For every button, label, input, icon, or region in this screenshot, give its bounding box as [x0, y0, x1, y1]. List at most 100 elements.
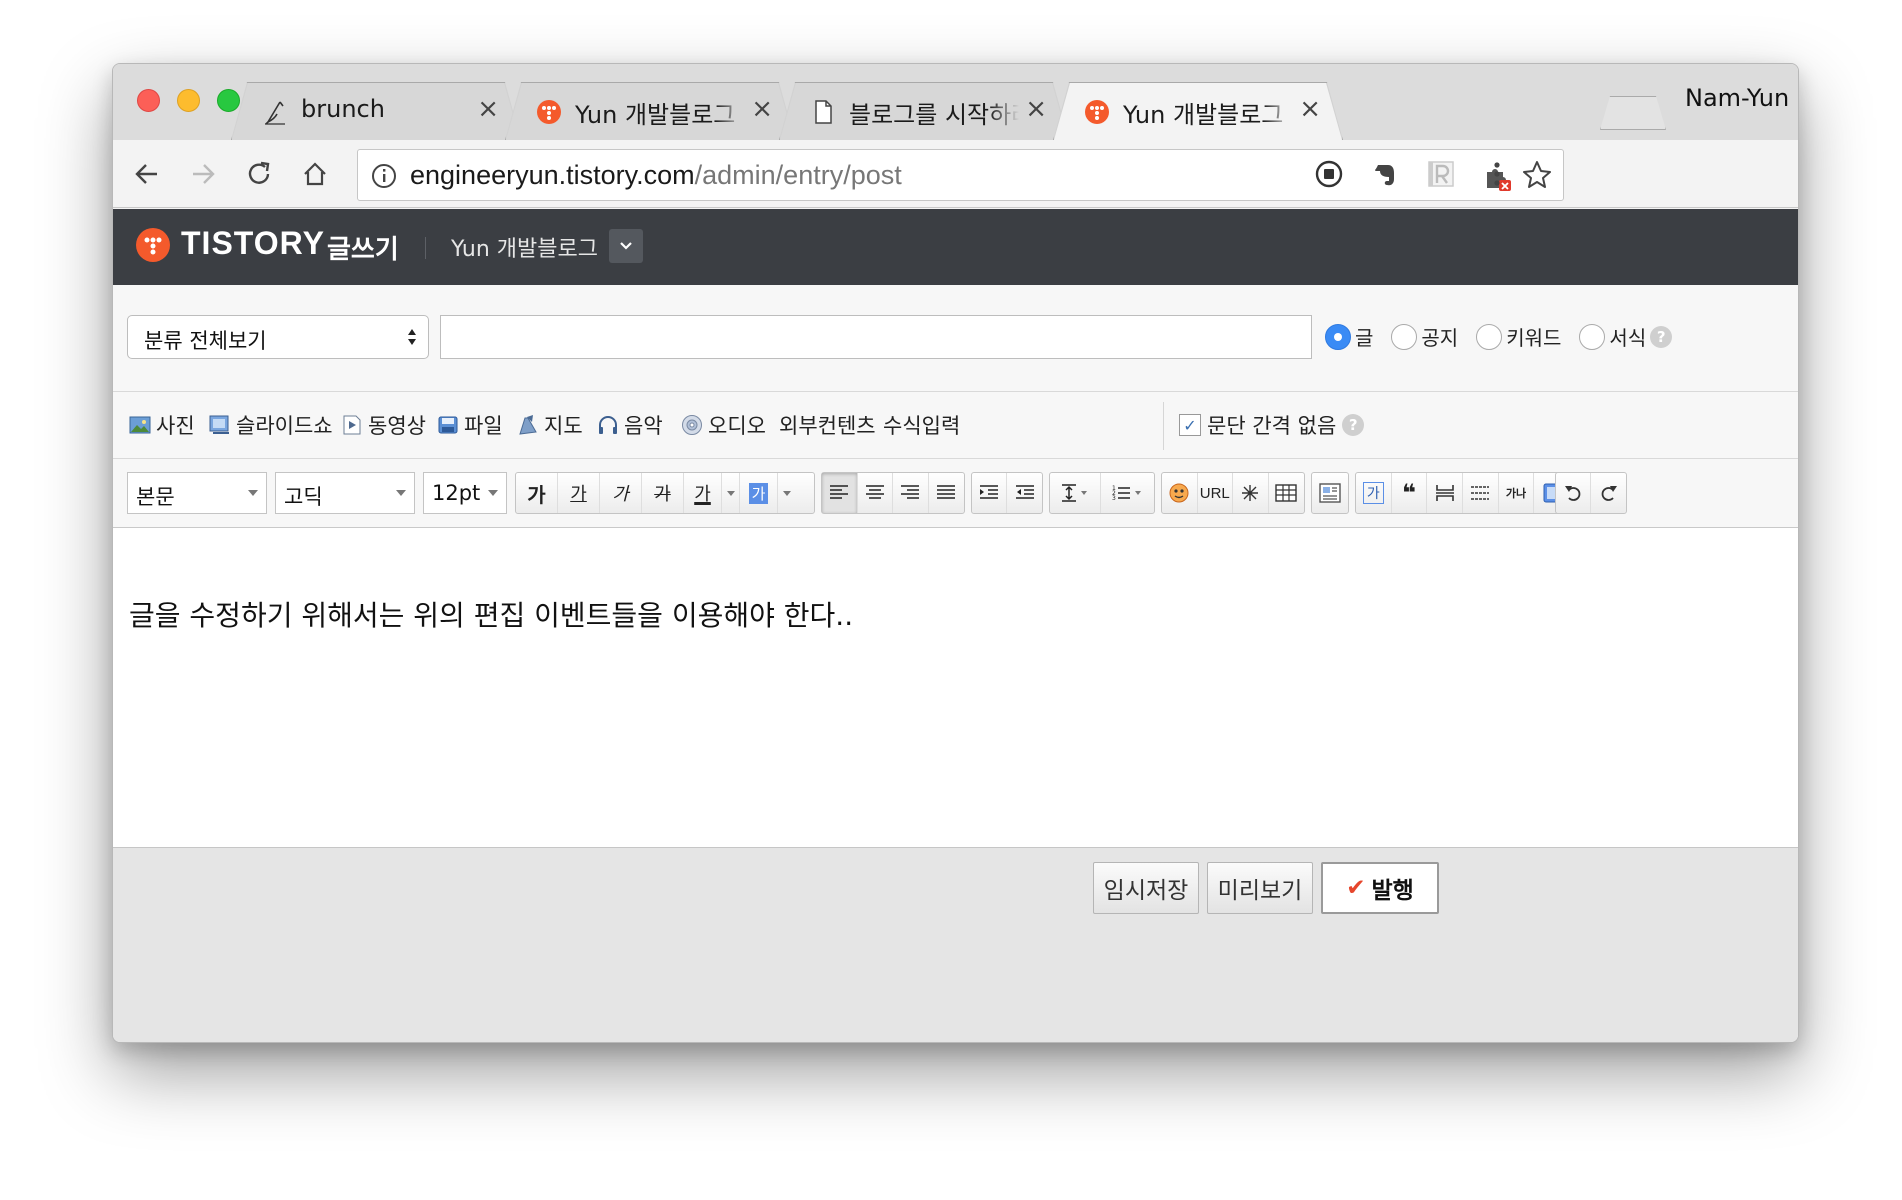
- tistory-logo-icon[interactable]: [135, 227, 171, 263]
- table-icon: [1275, 484, 1297, 502]
- insert-slideshow-button[interactable]: 슬라이드쇼: [209, 410, 333, 440]
- tab-yun-blog-plugin[interactable]: Yun 개발블로그 :: 플러그인 ×: [505, 82, 795, 140]
- outdent-button[interactable]: [1007, 473, 1042, 513]
- minimize-window-button[interactable]: [177, 89, 200, 112]
- list-button[interactable]: 123: [1101, 473, 1154, 513]
- tistory-icon: [1085, 100, 1109, 124]
- reload-button[interactable]: [239, 154, 279, 194]
- close-window-button[interactable]: [137, 89, 160, 112]
- tab-close-button[interactable]: ×: [751, 94, 773, 124]
- align-center-button[interactable]: [858, 473, 893, 513]
- post-type-template[interactable]: 서식: [1579, 322, 1646, 351]
- font-size-dropdown[interactable]: 12pt: [423, 472, 507, 514]
- home-icon: [304, 162, 326, 186]
- layout-button[interactable]: [1312, 473, 1348, 513]
- layout-group: [1311, 472, 1349, 514]
- more-button[interactable]: [1427, 473, 1464, 513]
- insert-audio-button[interactable]: 오디오: [681, 410, 766, 440]
- tab-close-button[interactable]: ×: [1025, 94, 1047, 124]
- insert-music-button[interactable]: 음악: [597, 410, 663, 440]
- insert-external-content-button[interactable]: 외부컨텐츠: [779, 410, 876, 440]
- post-type-group: 글 공지 키워드 서식 ?: [1325, 322, 1673, 351]
- tab-close-button[interactable]: ×: [1299, 94, 1321, 124]
- checkmark-icon: ✔: [1346, 875, 1366, 901]
- post-type-post[interactable]: 글: [1325, 322, 1373, 351]
- insert-map-button[interactable]: 지도: [517, 410, 583, 440]
- tistory-logo-text[interactable]: TISTORY: [181, 225, 325, 262]
- insert-file-button[interactable]: 파일: [437, 410, 503, 440]
- undo-button[interactable]: [1556, 473, 1592, 513]
- insert-photo-button[interactable]: 사진: [129, 410, 195, 440]
- new-tab-button[interactable]: [1600, 96, 1666, 130]
- align-left-icon: [830, 485, 849, 499]
- quote-button[interactable]: ❝: [1392, 473, 1428, 513]
- emoticon-button[interactable]: [1162, 473, 1198, 513]
- align-justify-icon: [937, 485, 956, 499]
- blog-switch-dropdown[interactable]: [609, 229, 643, 263]
- text-size-button[interactable]: 가나: [1499, 473, 1535, 513]
- forward-button[interactable]: [183, 154, 223, 194]
- align-left-button[interactable]: [822, 473, 858, 513]
- publish-button[interactable]: ✔ 발행: [1321, 862, 1439, 914]
- font-family-dropdown[interactable]: 고딕: [275, 472, 415, 514]
- italic-button[interactable]: 가: [600, 473, 642, 513]
- blog-name[interactable]: Yun 개발블로그: [451, 231, 598, 263]
- record-extension-button[interactable]: [1309, 154, 1349, 194]
- bookmark-star-icon[interactable]: [1521, 159, 1553, 191]
- table-button[interactable]: [1269, 473, 1304, 513]
- dropdown-arrow-icon: [783, 490, 791, 496]
- help-icon[interactable]: ?: [1650, 325, 1673, 348]
- post-type-notice[interactable]: 공지: [1391, 322, 1458, 351]
- link-button[interactable]: URL: [1198, 473, 1233, 513]
- radio-button[interactable]: [1579, 323, 1606, 350]
- underline-button[interactable]: 가: [558, 473, 600, 513]
- undo-icon: [1565, 486, 1581, 501]
- evernote-extension-button[interactable]: [1365, 154, 1405, 194]
- url-text[interactable]: engineeryun.tistory.com/admin/entry/post: [410, 160, 902, 191]
- text-color-button[interactable]: 가: [684, 473, 722, 513]
- tab-blog-start[interactable]: 블로그를 시작하려는 당신에게 ×: [779, 82, 1069, 140]
- insert-toolbar: 사진 슬라이드쇼 동영상 파일 지도 음악 오디오 외부컨텐츠 수식입력 ✓ 문…: [113, 392, 1798, 458]
- preview-button[interactable]: 미리보기: [1207, 862, 1313, 914]
- help-icon[interactable]: ?: [1342, 414, 1365, 436]
- text-box-button[interactable]: 가: [1356, 473, 1392, 513]
- text-style-group: 가 가 가 가 가 가: [515, 472, 815, 514]
- insert-equation-button[interactable]: 수식입력: [883, 410, 960, 440]
- r-extension-button[interactable]: [1421, 154, 1461, 194]
- highlight-color-dropdown[interactable]: [778, 473, 796, 513]
- radio-button[interactable]: [1476, 323, 1503, 350]
- insert-video-button[interactable]: 동영상: [341, 410, 426, 440]
- paragraph-spacing-checkbox[interactable]: ✓: [1179, 414, 1201, 436]
- redo-button[interactable]: [1591, 473, 1626, 513]
- reload-icon: [248, 161, 270, 184]
- paragraph-spacing-option[interactable]: ✓ 문단 간격 없음 ?: [1179, 410, 1365, 440]
- text-color-dropdown[interactable]: [722, 473, 740, 513]
- browser-menu-button[interactable]: [1477, 154, 1517, 194]
- editor-content-area[interactable]: 글을 수정하기 위해서는 위의 편집 이벤트들을 이용해야 한다..: [113, 528, 1798, 847]
- bold-button[interactable]: 가: [516, 473, 558, 513]
- save-draft-button[interactable]: 임시저장: [1093, 862, 1199, 914]
- tab-yun-blog-write[interactable]: Yun 개발블로그 :: 글쓰기 ×: [1053, 82, 1343, 140]
- highlight-color-button[interactable]: 가: [740, 473, 778, 513]
- strikethrough-button[interactable]: 가: [642, 473, 684, 513]
- paragraph-style-dropdown[interactable]: 본문: [127, 472, 267, 514]
- home-button[interactable]: [295, 154, 335, 194]
- info-icon[interactable]: [370, 162, 398, 190]
- align-right-button[interactable]: [893, 473, 929, 513]
- radio-button[interactable]: [1391, 323, 1418, 350]
- profile-name[interactable]: Nam-Yun: [1685, 84, 1789, 112]
- line-height-button[interactable]: [1050, 473, 1102, 513]
- align-justify-button[interactable]: [929, 473, 964, 513]
- radio-button[interactable]: [1325, 323, 1351, 350]
- tab-brunch[interactable]: brunch ×: [231, 82, 521, 140]
- horizontal-line-button[interactable]: [1463, 473, 1499, 513]
- special-char-button[interactable]: [1233, 473, 1269, 513]
- post-title-input[interactable]: [440, 315, 1312, 359]
- category-select[interactable]: 분류 전체보기: [127, 315, 429, 359]
- tab-title: Yun 개발블로그 :: 플러그인: [575, 95, 745, 130]
- post-type-keyword[interactable]: 키워드: [1476, 322, 1561, 351]
- tab-close-button[interactable]: ×: [477, 94, 499, 124]
- editor-body-text[interactable]: 글을 수정하기 위해서는 위의 편집 이벤트들을 이용해야 한다..: [129, 594, 853, 634]
- back-button[interactable]: [127, 154, 167, 194]
- indent-button[interactable]: [972, 473, 1008, 513]
